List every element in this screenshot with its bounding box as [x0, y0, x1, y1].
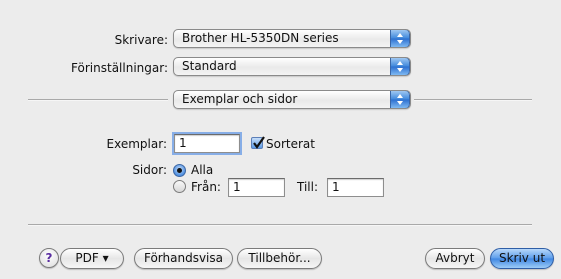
pages-from-label: Från: [191, 180, 221, 194]
copies-field[interactable]: 1 [174, 134, 240, 153]
presets-popup[interactable]: Standard [173, 57, 411, 76]
popup-arrows-icon [390, 91, 410, 108]
supplies-button[interactable]: Tillbehör... [237, 248, 322, 269]
pdf-button[interactable]: PDF ▾ [60, 248, 124, 269]
printer-label: Skrivare: [114, 33, 168, 47]
separator-left [28, 99, 168, 101]
footer-separator [28, 224, 532, 226]
panel-value: Exemplar och sidor [182, 92, 298, 106]
copies-label: Exemplar: [106, 137, 167, 151]
presets-value: Standard [182, 59, 237, 73]
pages-all-label: Alla [191, 163, 214, 177]
pages-to-label: Till: [297, 180, 319, 194]
printer-popup[interactable]: Brother HL-5350DN series [173, 29, 411, 48]
presets-label: Förinställningar: [71, 61, 168, 75]
collate-label: Sorterat [266, 137, 315, 151]
pages-all-radio[interactable] [173, 164, 186, 177]
pages-from-field[interactable]: 1 [228, 178, 285, 197]
help-button[interactable]: ? [39, 248, 59, 268]
separator-right [414, 99, 532, 101]
preview-button[interactable]: Förhandsvisa [134, 248, 233, 269]
print-button[interactable]: Skriv ut [490, 248, 554, 269]
pages-to-field[interactable]: 1 [327, 178, 384, 197]
checkmark-icon [253, 136, 265, 149]
popup-arrows-icon [390, 58, 410, 75]
popup-arrows-icon [390, 30, 410, 47]
pages-range-radio[interactable] [173, 180, 186, 193]
printer-value: Brother HL-5350DN series [182, 31, 339, 45]
pages-label: Sidor: [132, 163, 167, 177]
cancel-button[interactable]: Avbryt [425, 248, 485, 269]
collate-checkbox[interactable] [251, 136, 265, 149]
panel-popup[interactable]: Exemplar och sidor [173, 90, 411, 109]
